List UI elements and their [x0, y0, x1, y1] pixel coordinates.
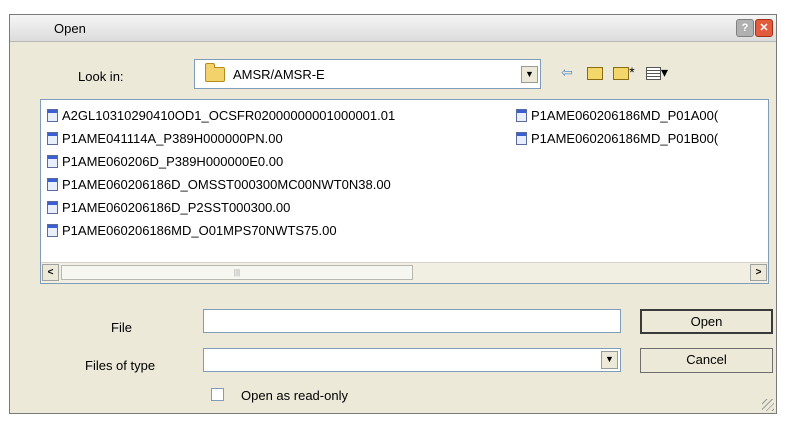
resize-grip-icon[interactable]: [762, 399, 774, 411]
file-list[interactable]: A2GL10310290410OD1_OCSFR0200000000100000…: [40, 99, 769, 284]
look-in-label: Look in:: [78, 69, 124, 84]
file-type-dropdown[interactable]: ▼: [203, 348, 621, 372]
title-bar: Open ? ✕: [10, 15, 776, 42]
file-item[interactable]: P1AME060206D_P389H000000E0.00: [47, 150, 395, 173]
document-icon: [47, 155, 58, 168]
file-item[interactable]: P1AME060206186D_OMSST000300MC00NWT0N38.0…: [47, 173, 395, 196]
file-item[interactable]: P1AME060206186MD_P01A00(: [516, 104, 718, 127]
close-icon[interactable]: ✕: [755, 19, 773, 37]
chevron-down-icon[interactable]: ▼: [601, 351, 618, 369]
file-name-label: File: [111, 320, 132, 335]
scroll-left-icon[interactable]: <: [42, 264, 59, 281]
horizontal-scrollbar[interactable]: < ||| >: [41, 262, 768, 283]
chevron-down-icon[interactable]: ▼: [521, 66, 538, 83]
file-column-2: P1AME060206186MD_P01A00( P1AME060206186M…: [516, 104, 718, 150]
document-icon: [516, 109, 527, 122]
folder-icon: [205, 63, 225, 82]
look-in-value: AMSR/AMSR-E: [233, 67, 325, 82]
cancel-button[interactable]: Cancel: [640, 348, 773, 373]
new-folder-icon[interactable]: *: [613, 62, 635, 82]
document-icon: [47, 178, 58, 191]
file-item[interactable]: P1AME060206186MD_O01MPS70NWTS75.00: [47, 219, 395, 242]
help-icon[interactable]: ?: [736, 19, 754, 37]
file-item[interactable]: P1AME041114A_P389H000000PN.00: [47, 127, 395, 150]
open-button[interactable]: Open: [640, 309, 773, 334]
up-folder-icon[interactable]: [585, 62, 605, 82]
read-only-label: Open as read-only: [241, 388, 348, 403]
file-item[interactable]: P1AME060206186MD_P01B00(: [516, 127, 718, 150]
document-icon: [47, 201, 58, 214]
read-only-checkbox[interactable]: [211, 388, 224, 401]
scroll-thumb[interactable]: |||: [61, 265, 413, 280]
document-icon: [47, 132, 58, 145]
document-icon: [47, 109, 58, 122]
file-item[interactable]: P1AME060206186D_P2SST000300.00: [47, 196, 395, 219]
file-type-label: Files of type: [85, 358, 156, 373]
file-column-1: A2GL10310290410OD1_OCSFR0200000000100000…: [47, 104, 395, 242]
document-icon: [47, 224, 58, 237]
file-name-input[interactable]: [203, 309, 621, 333]
dialog-title: Open: [54, 21, 86, 36]
look-in-dropdown[interactable]: AMSR/AMSR-E ▼: [194, 59, 541, 89]
open-dialog: Open ? ✕ Look in: AMSR/AMSR-E ▼ ⇦ * ▾ A2…: [9, 14, 777, 414]
view-menu-icon[interactable]: ▾: [643, 62, 671, 82]
scroll-right-icon[interactable]: >: [750, 264, 767, 281]
document-icon: [516, 132, 527, 145]
back-icon[interactable]: ⇦: [558, 62, 576, 82]
file-item[interactable]: A2GL10310290410OD1_OCSFR0200000000100000…: [47, 104, 395, 127]
